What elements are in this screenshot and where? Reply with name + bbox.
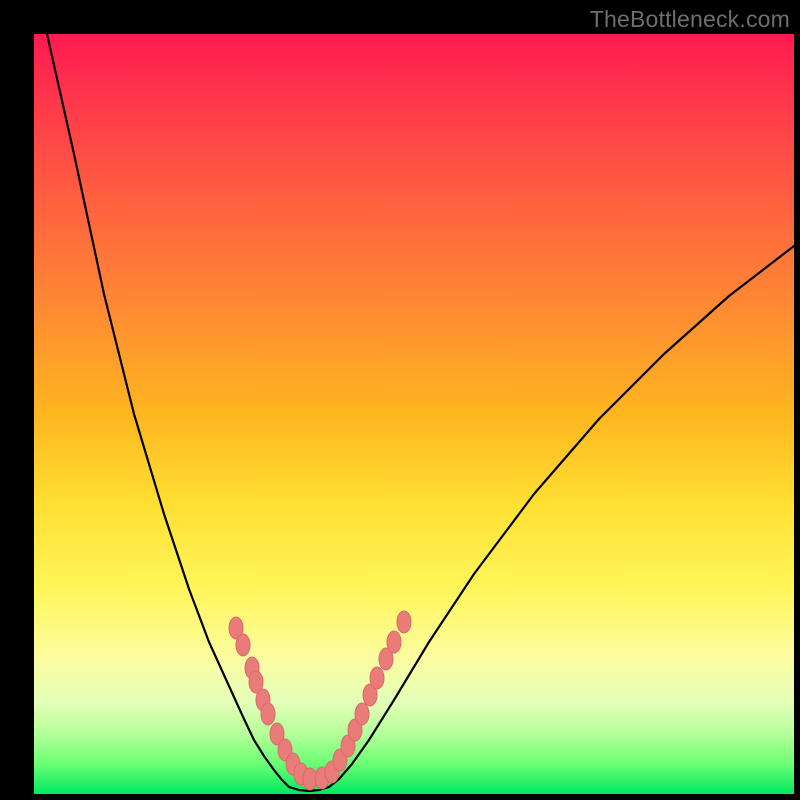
highlight-marker bbox=[236, 634, 250, 656]
highlight-marker bbox=[355, 703, 369, 725]
watermark-text: TheBottleneck.com bbox=[590, 6, 790, 33]
chart-frame: TheBottleneck.com bbox=[0, 0, 800, 800]
marker-group bbox=[229, 611, 411, 790]
plot-area bbox=[34, 34, 794, 794]
highlight-marker bbox=[261, 703, 275, 725]
highlight-marker bbox=[387, 631, 401, 653]
highlight-marker bbox=[370, 667, 384, 689]
curve-svg bbox=[34, 34, 794, 794]
highlight-marker bbox=[397, 611, 411, 633]
bottleneck-curve bbox=[47, 34, 794, 791]
